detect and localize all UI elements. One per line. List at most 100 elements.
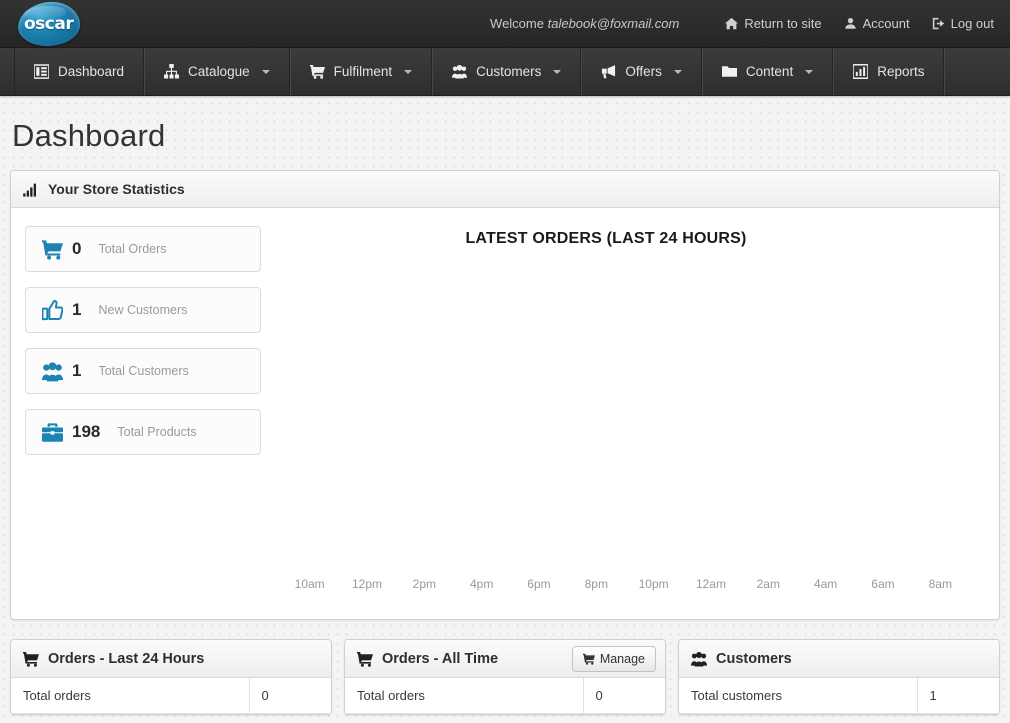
bullhorn-icon (602, 65, 616, 79)
orders-last-24-hours-panel: Orders - Last 24 Hours Total orders 0 (10, 639, 332, 715)
logout-icon (932, 17, 944, 30)
logo-text: oscar (24, 13, 74, 34)
store-statistics-body: 0 Total Orders 1 New Customers 1 Total C… (11, 208, 999, 619)
bar-chart-icon (853, 64, 869, 79)
orders-last-24-hours-table: Total orders 0 (11, 678, 331, 714)
nav-item-reports[interactable]: Reports (833, 48, 945, 95)
chevron-down-icon (553, 69, 562, 74)
stat-value-total-products: 198 (72, 422, 101, 441)
top-bar-right: Welcome talebook@foxmail.com Return to s… (490, 16, 1010, 31)
stat-label-total-orders: Total Orders (98, 242, 167, 256)
welcome-username: talebook@foxmail.com (547, 16, 680, 31)
main-navigation: Dashboard Catalogue Fulfilment Customers… (0, 48, 1010, 96)
home-icon (725, 17, 739, 30)
manage-orders-button[interactable]: Manage (571, 646, 656, 672)
orders-last-24-hours-header: Orders - Last 24 Hours (11, 640, 331, 678)
x-axis-tick: 6pm (527, 577, 551, 591)
orders-last-24-hours-title: Orders - Last 24 Hours (48, 650, 205, 667)
stat-value-total-orders: 0 (72, 239, 82, 258)
nav-label-catalogue: Catalogue (188, 64, 250, 79)
row-value: 0 (248, 678, 331, 714)
sitemap-icon (164, 64, 180, 79)
folder-icon (721, 66, 737, 77)
account-label: Account (862, 16, 910, 31)
briefcase-icon (42, 422, 63, 442)
customers-title: Customers (716, 650, 792, 667)
chart-title: LATEST ORDERS (LAST 24 HOURS) (465, 230, 747, 247)
chart-x-axis: 10am 12pm 2pm 4pm 6pm 8pm 10pm 12am 2am … (273, 577, 999, 591)
bar-chart-icon (23, 183, 36, 197)
x-axis-tick: 8pm (584, 577, 608, 591)
x-axis-tick: 2am (756, 577, 780, 591)
store-statistics-header: Your Store Statistics (11, 171, 999, 208)
table-row: Total customers 1 (679, 678, 999, 714)
cart-icon (582, 653, 595, 665)
welcome-message: Welcome talebook@foxmail.com (490, 16, 679, 31)
table-row: Total orders 0 (11, 678, 331, 714)
customers-panel: Customers Total customers 1 (678, 639, 1000, 715)
orders-all-time-title: Orders - All Time (382, 650, 499, 667)
customers-header: Customers (679, 640, 999, 678)
stat-label-total-products: Total Products (117, 425, 197, 439)
stat-label-new-customers: New Customers (98, 303, 188, 317)
stat-label-total-customers: Total Customers (98, 364, 189, 378)
x-axis-tick: 10pm (638, 577, 669, 591)
row-label: Total orders (11, 678, 249, 714)
chevron-down-icon (673, 69, 682, 74)
stat-tile-total-orders[interactable]: 0 Total Orders (25, 226, 261, 272)
chevron-down-icon (261, 69, 270, 74)
x-axis-tick: 8am (928, 577, 952, 591)
stat-tiles-column: 0 Total Orders 1 New Customers 1 Total C… (11, 208, 273, 619)
group-icon (452, 64, 468, 79)
x-axis-tick: 12pm (351, 577, 382, 591)
top-bar: oscar Welcome talebook@foxmail.com Retur… (0, 0, 1010, 48)
nav-item-catalogue[interactable]: Catalogue (144, 48, 290, 95)
thumbs-up-icon (42, 299, 63, 320)
cart-icon (309, 64, 325, 79)
account-link[interactable]: Account (844, 16, 910, 31)
cart-icon (357, 651, 373, 667)
group-icon (42, 361, 63, 381)
nav-filler (944, 48, 1010, 95)
oscar-logo[interactable]: oscar (8, 0, 90, 48)
nav-label-customers: Customers (476, 64, 542, 79)
x-axis-tick: 6am (871, 577, 895, 591)
row-label: Total customers (679, 678, 917, 714)
nav-item-customers[interactable]: Customers (432, 48, 582, 95)
nav-label-offers: Offers (625, 64, 662, 79)
cart-icon (42, 239, 63, 260)
return-to-site-link[interactable]: Return to site (725, 16, 822, 31)
logo-blob-shape: oscar (16, 0, 82, 48)
chart-plot-area[interactable] (283, 260, 989, 557)
nav-label-fulfilment: Fulfilment (333, 64, 393, 79)
row-label: Total orders (345, 678, 583, 714)
store-statistics-panel: Your Store Statistics 0 Total Orders 1 N… (10, 170, 1000, 620)
orders-all-time-header: Orders - All Time Manage (345, 640, 665, 678)
orders-all-time-panel: Orders - All Time Manage Total orders 0 (344, 639, 666, 715)
store-statistics-title: Your Store Statistics (48, 181, 185, 197)
stat-tile-new-customers[interactable]: 1 New Customers (25, 287, 261, 333)
page-title: Dashboard (12, 118, 166, 153)
dashboard-icon (34, 64, 49, 79)
nav-item-dashboard[interactable]: Dashboard (14, 48, 145, 95)
manage-button-label: Manage (599, 652, 645, 666)
customers-table: Total customers 1 (679, 678, 999, 714)
bottom-panels-row: Orders - Last 24 Hours Total orders 0 Or… (10, 639, 1000, 715)
chevron-down-icon (404, 69, 413, 74)
row-value: 0 (582, 678, 665, 714)
stat-value-new-customers: 1 (72, 300, 82, 319)
logout-link[interactable]: Log out (932, 16, 994, 31)
nav-item-offers[interactable]: Offers (581, 48, 702, 95)
stat-tile-total-customers[interactable]: 1 Total Customers (25, 348, 261, 394)
logout-label: Log out (950, 16, 994, 31)
x-axis-tick: 10am (294, 577, 325, 591)
latest-orders-chart: LATEST ORDERS (LAST 24 HOURS) 10am 12pm … (273, 208, 999, 619)
chevron-down-icon (805, 69, 814, 74)
x-axis-tick: 4am (813, 577, 838, 591)
user-icon (844, 17, 856, 29)
nav-label-content: Content (745, 64, 794, 79)
group-icon (691, 651, 707, 666)
stat-tile-total-products[interactable]: 198 Total Products (25, 409, 261, 455)
nav-item-content[interactable]: Content (701, 48, 834, 95)
nav-item-fulfilment[interactable]: Fulfilment (289, 48, 433, 95)
